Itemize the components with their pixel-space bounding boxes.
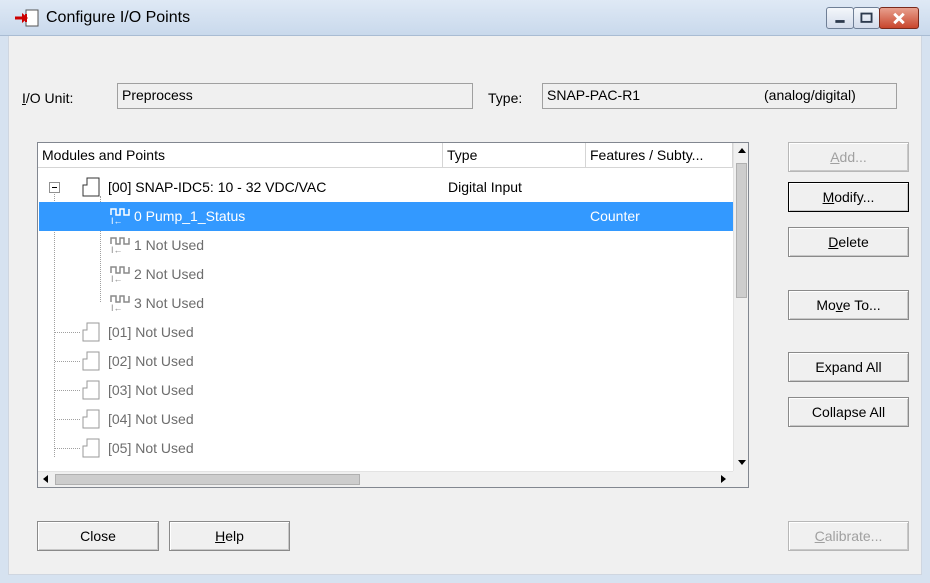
column-header-modules-points[interactable]: Modules and Points: [38, 143, 443, 168]
tree-row-label: [04] Not Used: [108, 411, 194, 427]
tree-row-label: 0 Pump_1_Status: [134, 208, 246, 224]
svg-text:I←: I←: [111, 303, 123, 312]
tree-row-label: [05] Not Used: [108, 440, 194, 456]
expand-all-button[interactable]: Expand All: [788, 352, 909, 382]
digital-input-point-icon: I←: [110, 237, 130, 254]
tree-row-feature: Counter: [590, 208, 640, 224]
tree-row-point-0[interactable]: I← 0 Pump_1_Status Counter: [39, 202, 734, 231]
add-button[interactable]: Add...: [788, 142, 909, 172]
move-to-button[interactable]: Move To...: [788, 290, 909, 320]
type-suffix: (analog/digital): [764, 87, 856, 103]
scroll-left-icon[interactable]: [43, 475, 48, 483]
move-to-button-mnemonic: v: [835, 297, 843, 313]
tree-row-module-04[interactable]: [04] Not Used: [39, 405, 734, 434]
maximize-icon: [860, 12, 873, 23]
io-unit-label-rest: /O Unit:: [25, 90, 74, 106]
tree-row-label: [00] SNAP-IDC5: 10 - 32 VDC/VAC: [108, 179, 327, 195]
io-unit-label: I/O Unit:: [22, 90, 73, 106]
column-header-features[interactable]: Features / Subty...: [586, 143, 733, 168]
modules-points-list[interactable]: Modules and Points Type Features / Subty…: [37, 142, 749, 488]
horizontal-scroll-thumb[interactable]: [55, 474, 360, 485]
tree-row-point-1[interactable]: I← 1 Not Used: [39, 231, 734, 260]
tree-row-point-2[interactable]: I← 2 Not Used: [39, 260, 734, 289]
svg-text:I←: I←: [111, 245, 123, 254]
delete-button-rest: elete: [838, 234, 869, 250]
add-button-rest: dd...: [839, 149, 867, 165]
collapse-toggle[interactable]: [49, 182, 60, 193]
tree-row-module-02[interactable]: [02] Not Used: [39, 347, 734, 376]
digital-input-point-icon: I←: [110, 295, 130, 312]
window-frame-bottom: [0, 575, 930, 583]
tree-row-label: 2 Not Used: [134, 266, 205, 282]
type-field: SNAP-PAC-R1 (analog/digital): [542, 83, 897, 109]
tree-row-label: [02] Not Used: [108, 353, 194, 369]
module-icon: [82, 409, 100, 429]
tree-row-label: 3 Not Used: [134, 295, 205, 311]
tree-line: [55, 390, 80, 391]
add-button-mnemonic: A: [830, 149, 840, 165]
modify-button[interactable]: Modify...: [788, 182, 909, 212]
svg-text:I←: I←: [111, 274, 123, 283]
move-to-button-pre: Mo: [816, 297, 836, 313]
vertical-scroll-thumb[interactable]: [736, 163, 747, 298]
tree-row-module-03[interactable]: [03] Not Used: [39, 376, 734, 405]
module-icon: [82, 438, 100, 458]
column-header-type[interactable]: Type: [443, 143, 586, 168]
tree-row-label: 1 Not Used: [134, 237, 205, 253]
scroll-up-icon[interactable]: [738, 148, 746, 153]
minimize-button[interactable]: [826, 7, 854, 29]
tree-row-point-3[interactable]: I← 3 Not Used: [39, 289, 734, 318]
digital-input-point-icon: I←: [110, 266, 130, 283]
calibrate-button-mnemonic: C: [814, 528, 825, 544]
io-unit-field: Preprocess: [117, 83, 473, 109]
tree-row-module-05[interactable]: [05] Not Used: [39, 434, 734, 463]
tree-line: [55, 419, 80, 420]
close-button[interactable]: Close: [37, 521, 159, 551]
tree-row-type: Digital Input: [448, 179, 522, 195]
vertical-scrollbar[interactable]: [733, 143, 748, 471]
tree-row-label: [01] Not Used: [108, 324, 194, 340]
collapse-all-button[interactable]: Collapse All: [788, 397, 909, 427]
module-icon: [82, 380, 100, 400]
tree-row-module-00[interactable]: [00] SNAP-IDC5: 10 - 32 VDC/VAC Digital …: [39, 173, 734, 202]
module-icon: [82, 322, 100, 342]
digital-input-point-icon: I←: [110, 208, 130, 225]
tree-row-module-01[interactable]: [01] Not Used: [39, 318, 734, 347]
move-to-button-rest: e To...: [842, 297, 881, 313]
modify-button-rest: odify...: [834, 189, 875, 205]
close-icon: [893, 12, 905, 25]
configure-io-points-dialog: Configure I/O Points I/O Unit: Preproces…: [0, 0, 930, 583]
window-title: Configure I/O Points: [46, 9, 191, 26]
horizontal-scrollbar[interactable]: [38, 471, 733, 487]
minimize-icon: [835, 20, 845, 23]
help-button[interactable]: Help: [169, 521, 290, 551]
maximize-button[interactable]: [853, 7, 880, 29]
tree-line: [55, 332, 80, 333]
close-window-button[interactable]: [879, 7, 919, 29]
module-icon: [82, 177, 100, 197]
delete-button-mnemonic: D: [828, 234, 839, 250]
delete-button[interactable]: Delete: [788, 227, 909, 257]
title-bar[interactable]: Configure I/O Points: [0, 0, 930, 36]
tree-line: [55, 448, 80, 449]
module-icon: [82, 351, 100, 371]
svg-text:I←: I←: [111, 216, 123, 225]
type-label: Type:: [488, 90, 523, 106]
scrollbar-corner: [733, 471, 748, 487]
type-value: SNAP-PAC-R1: [547, 87, 641, 103]
help-button-mnemonic: H: [215, 528, 226, 544]
window-frame-right: [922, 36, 930, 583]
window-frame-left: [0, 36, 8, 583]
scroll-down-icon[interactable]: [738, 460, 746, 465]
scroll-right-icon[interactable]: [721, 475, 726, 483]
help-button-rest: elp: [225, 528, 244, 544]
calibrate-button[interactable]: Calibrate...: [788, 521, 909, 551]
calibrate-button-rest: alibrate...: [824, 528, 883, 544]
modify-button-mnemonic: M: [822, 189, 835, 205]
tree-row-label: [03] Not Used: [108, 382, 194, 398]
tree-line: [55, 361, 80, 362]
configure-io-icon: [15, 9, 39, 27]
